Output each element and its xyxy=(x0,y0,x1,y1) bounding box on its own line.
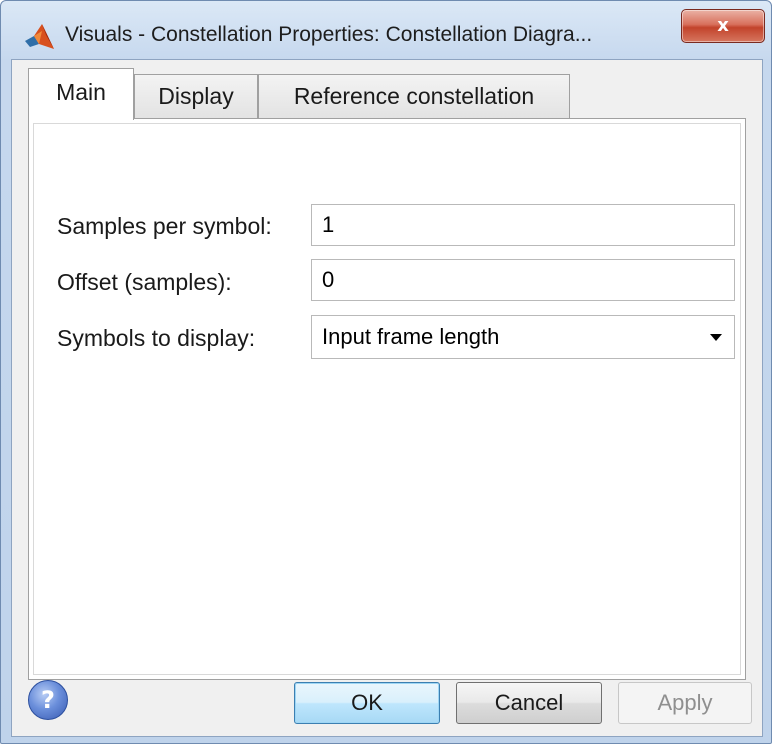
tab-display[interactable]: Display xyxy=(134,74,258,118)
apply-button[interactable]: Apply xyxy=(618,682,752,724)
main-tab-panel: Samples per symbol: 1 Offset (samples): … xyxy=(28,118,746,680)
tab-display-label: Display xyxy=(158,83,234,109)
dialog-client-area: Main Display Reference constellation Sam… xyxy=(11,59,763,737)
tab-reference-constellation-label: Reference constellation xyxy=(293,83,535,109)
help-icon[interactable]: ? xyxy=(28,680,68,720)
offset-samples-input[interactable]: 0 xyxy=(311,259,735,301)
help-glyph: ? xyxy=(41,686,55,714)
window-title: Visuals - Constellation Properties: Cons… xyxy=(65,23,593,46)
close-button[interactable]: x xyxy=(681,9,765,43)
chevron-down-icon[interactable] xyxy=(710,334,722,341)
samples-per-symbol-label: Samples per symbol: xyxy=(57,213,272,239)
close-icon: x xyxy=(717,15,729,36)
dialog-window: Visuals - Constellation Properties: Cons… xyxy=(0,0,772,744)
tab-main[interactable]: Main xyxy=(28,68,134,120)
cancel-button[interactable]: Cancel xyxy=(456,682,602,724)
matlab-logo-icon xyxy=(25,24,54,49)
tab-main-label: Main xyxy=(56,79,106,105)
tab-reference-constellation[interactable]: Reference constellation xyxy=(258,74,570,118)
symbols-to-display-select[interactable]: Input frame length xyxy=(311,315,735,359)
samples-per-symbol-input[interactable]: 1 xyxy=(311,204,735,246)
symbols-to-display-label: Symbols to display: xyxy=(57,325,256,351)
offset-samples-label: Offset (samples): xyxy=(57,269,232,295)
title-bar[interactable]: Visuals - Constellation Properties: Cons… xyxy=(1,1,771,59)
ok-button[interactable]: OK xyxy=(294,682,440,724)
symbols-to-display-value: Input frame length xyxy=(322,324,500,349)
